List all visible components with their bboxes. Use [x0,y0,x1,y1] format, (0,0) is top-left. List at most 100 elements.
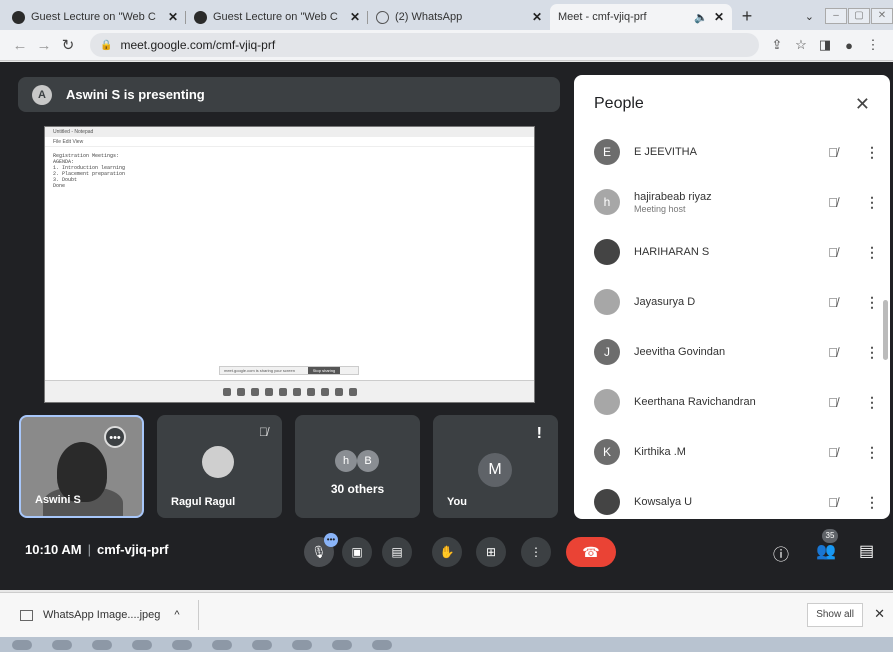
list-item[interactable]: h hajirabeab riyaz Meeting host 🎙̸ ⋮ [574,177,890,227]
taskbar-app-icon[interactable] [252,639,272,650]
reload-icon[interactable]: ↻ [56,36,80,54]
muted-mic-icon[interactable]: 🎙̸ [812,495,854,510]
tab-close-icon[interactable]: ✕ [168,10,178,24]
microphone-button[interactable]: 🎙 ••• [304,533,338,567]
muted-mic-icon[interactable]: 🎙̸ [812,395,854,410]
list-item[interactable]: Kowsalya U 🎙̸ ⋮ [574,477,890,519]
chat-icon: ▤ [859,543,875,560]
participant-tile-you[interactable]: ! M You [433,415,558,518]
back-arrow-icon[interactable]: ← [8,37,32,54]
captions-icon: ▤ [391,545,403,559]
participant-avatar [202,446,234,478]
tab-whatsapp[interactable]: (2) WhatsApp ✕ [368,4,550,30]
tab-guest-lecture-1[interactable]: Guest Lecture on "Web C ✕ [4,4,186,30]
image-file-icon [20,609,33,621]
tab-guest-lecture-2[interactable]: Guest Lecture on "Web C ✕ [186,4,368,30]
muted-mic-icon[interactable]: 🎙̸ [812,445,854,460]
participant-avatar: B [357,450,379,472]
muted-mic-icon[interactable]: 🎙̸ [812,195,854,210]
more-options-icon[interactable]: ⋮ [854,494,890,511]
close-icon[interactable]: ✕ [874,606,885,622]
more-menu-icon[interactable]: ⋮ [861,37,885,53]
download-item[interactable]: WhatsApp Image....jpeg ^ [20,600,199,630]
show-all-button[interactable]: Show all [807,603,863,627]
taskbar-app-icon[interactable] [332,639,352,650]
bookmark-star-icon[interactable]: ☆ [789,37,813,53]
tab-search-chevron-icon[interactable]: ⌄ [805,10,814,23]
muted-mic-icon[interactable]: 🎙̸ [812,295,854,310]
start-button[interactable] [12,639,32,650]
more-options-icon[interactable]: ⋮ [854,194,890,211]
meeting-info: 10:10 AM | cmf-vjiq-prf [25,542,169,557]
taskbar-app-icon[interactable] [132,639,152,650]
chrome-favicon-icon [12,10,25,24]
participant-tile-others[interactable]: h B 30 others [295,415,420,518]
taskbar-app-icon [306,387,315,396]
lock-icon[interactable]: 🔒 [100,40,112,51]
url-text: meet.google.com/cmf-vjiq-prf [120,38,276,52]
more-options-icon[interactable]: ⋮ [854,144,890,161]
leave-call-button[interactable]: ☎ [566,537,616,567]
list-item[interactable]: K Kirthika .M 🎙̸ ⋮ [574,427,890,477]
speaker-icon[interactable]: 🔈 [694,11,708,24]
participant-name: Kowsalya U [634,496,693,508]
taskbar-app-icon [292,387,301,396]
download-filename: WhatsApp Image....jpeg [43,609,161,621]
captions-button[interactable]: ▤ [382,537,412,567]
participant-tile-ragul[interactable]: 🎙̸ Ragul Ragul [157,415,282,518]
side-panel-icon[interactable]: ◨ [813,37,837,53]
forward-arrow-icon[interactable]: → [32,37,56,54]
people-scrollbar[interactable] [883,300,888,360]
stop-sharing-button[interactable]: Stop sharing [308,367,340,374]
more-options-icon[interactable]: ⋮ [854,444,890,461]
shared-screen: Untitled - Notepad File Edit View Regist… [44,126,535,403]
participant-avatar [594,239,620,265]
participant-tile-self-video[interactable]: ••• Aswini S [19,415,144,518]
taskbar-app-icon[interactable] [372,639,392,650]
address-bar[interactable]: 🔒 meet.google.com/cmf-vjiq-prf [90,33,759,57]
profile-icon[interactable]: ● [837,38,861,53]
meeting-details-button[interactable]: ⓘ [773,541,789,565]
panel-title: People [594,95,644,112]
list-item[interactable]: J Jeevitha Govindan 🎙̸ ⋮ [574,327,890,377]
new-tab-button[interactable]: + [732,4,762,30]
close-window-button[interactable]: ✕ [871,8,893,24]
maximize-button[interactable]: ▢ [848,8,870,24]
minimize-button[interactable]: – [825,8,847,24]
more-options-icon[interactable]: ⋮ [854,244,890,261]
list-item[interactable]: E E JEEVITHA 🎙̸ ⋮ [574,127,890,177]
list-item[interactable]: HARIHARAN S 🎙̸ ⋮ [574,227,890,277]
taskbar-app-icon[interactable] [172,639,192,650]
tab-meet[interactable]: Meet - cmf-vjiq-prf 🔈 ✕ [550,4,732,79]
downloads-bar: WhatsApp Image....jpeg ^ Show all ✕ [0,592,893,637]
list-item[interactable]: Jayasurya D 🎙̸ ⋮ [574,277,890,327]
taskbar-app-icon[interactable] [212,639,232,650]
taskbar-app-icon[interactable] [292,639,312,650]
tab-close-icon[interactable]: ✕ [350,10,360,24]
camera-button[interactable]: ▣ [342,537,372,567]
notepad-title: Untitled - Notepad [45,127,534,137]
list-item[interactable]: Keerthana Ravichandran 🎙̸ ⋮ [574,377,890,427]
tab-close-icon[interactable]: ✕ [532,10,542,24]
more-options-button[interactable]: ⋮ [521,537,551,567]
mic-options-icon[interactable]: ••• [324,533,338,547]
close-icon[interactable]: ✕ [855,94,870,115]
raise-hand-button[interactable]: ✋ [432,537,462,567]
participant-role: Meeting host [634,203,686,214]
muted-mic-icon[interactable]: 🎙̸ [812,345,854,360]
taskbar-app-icon[interactable] [92,639,112,650]
presenting-text: Aswini S is presenting [66,87,205,102]
muted-mic-icon[interactable]: 🎙̸ [812,145,854,160]
taskbar-app-icon[interactable] [52,639,72,650]
muted-mic-icon[interactable]: 🎙̸ [812,245,854,260]
tab-title: Guest Lecture on "Web C [213,11,338,23]
people-button[interactable]: 35 👥 [816,529,838,561]
meeting-divider: | [87,542,91,557]
chat-button[interactable]: ▤ [859,541,874,561]
share-icon[interactable]: ⇪ [765,37,789,53]
more-options-icon[interactable]: ⋮ [854,394,890,411]
chevron-up-icon[interactable]: ^ [174,609,179,621]
tab-close-icon[interactable]: ✕ [714,10,724,24]
present-button[interactable]: ⊞ [476,537,506,567]
more-vert-icon: ⋮ [530,545,542,559]
